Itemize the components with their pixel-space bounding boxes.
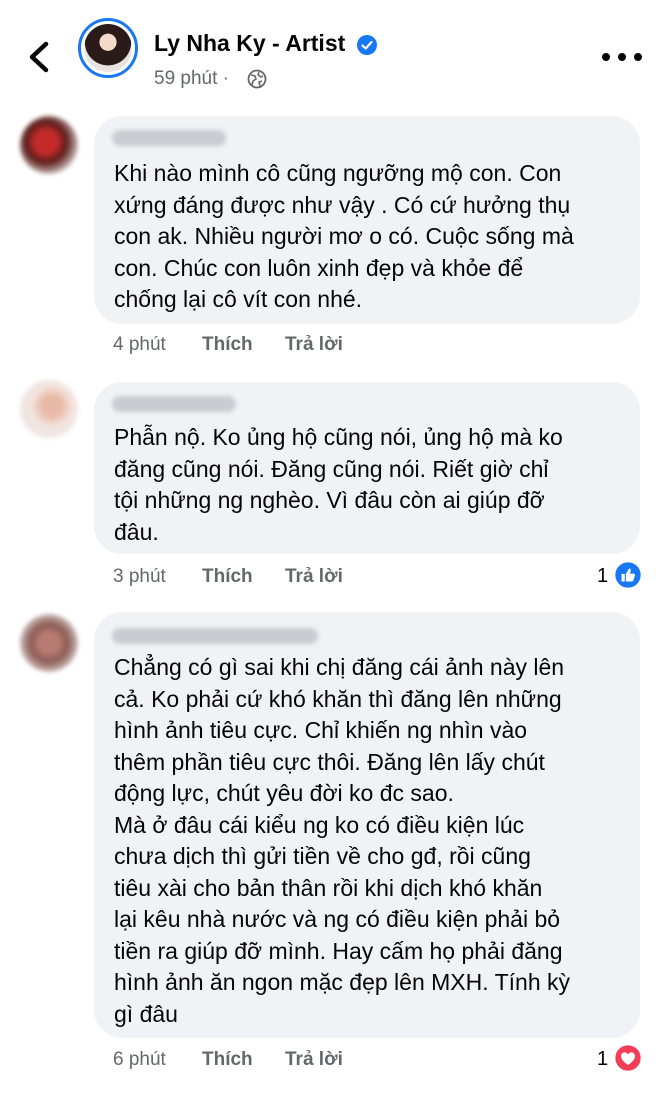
reply-button[interactable]: Trả lời: [285, 1049, 343, 1071]
comment-text: Khi nào mình cô cũng ngưỡng mộ con. Con …: [114, 160, 574, 312]
page-avatar[interactable]: [78, 18, 138, 78]
like-button[interactable]: Thích: [202, 334, 253, 356]
love-icon[interactable]: [614, 1044, 642, 1072]
commenter-name-blurred[interactable]: [112, 396, 236, 412]
commenter-name-blurred[interactable]: [112, 130, 226, 146]
comment-bubble: Phẫn nộ. Ko ủng hộ cũng nói, ủng hộ mà k…: [94, 382, 640, 554]
commenter-avatar[interactable]: [20, 116, 78, 174]
reply-button[interactable]: Trả lời: [285, 566, 343, 588]
globe-icon: [247, 69, 267, 89]
reply-button[interactable]: Trả lời: [285, 334, 343, 356]
comment-time: 6 phút: [113, 1049, 166, 1070]
reaction-count[interactable]: 1: [597, 565, 608, 588]
comment-text: Phẫn nộ. Ko ủng hộ cũng nói, ủng hộ mà k…: [114, 424, 563, 545]
verified-badge-icon: [357, 35, 377, 55]
commenter-avatar[interactable]: [20, 380, 78, 438]
page-name[interactable]: Ly Nha Ky - Artist: [154, 30, 345, 57]
post-header: Ly Nha Ky - Artist 59 phút ·: [0, 0, 660, 112]
like-icon[interactable]: [614, 561, 642, 589]
comment-text: Chẳng có gì sai khi chị đăng cái ảnh này…: [114, 654, 571, 1027]
back-arrow-icon[interactable]: [22, 38, 56, 76]
more-options-icon[interactable]: [600, 45, 644, 69]
post-timestamp: 59 phút ·: [154, 68, 230, 89]
reaction-count[interactable]: 1: [597, 1048, 608, 1071]
comment-time: 4 phút: [113, 334, 166, 355]
comment-bubble: Khi nào mình cô cũng ngưỡng mộ con. Con …: [94, 116, 640, 324]
like-button[interactable]: Thích: [202, 1049, 253, 1071]
commenter-avatar[interactable]: [20, 614, 78, 672]
commenter-name-blurred[interactable]: [112, 628, 318, 644]
comment-bubble: Chẳng có gì sai khi chị đăng cái ảnh này…: [94, 612, 640, 1038]
like-button[interactable]: Thích: [202, 566, 253, 588]
comment-time: 3 phút: [113, 566, 166, 587]
